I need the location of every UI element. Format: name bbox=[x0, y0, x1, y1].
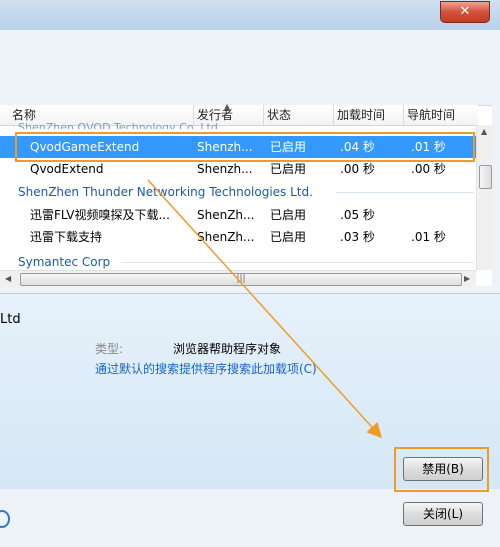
addon-nav-time: .01 秒 bbox=[411, 230, 446, 244]
horizontal-scrollbar[interactable]: ◀ ||| ▶ bbox=[0, 270, 476, 287]
addon-publisher: ShenZh... bbox=[197, 208, 255, 222]
addon-status: 已启用 bbox=[270, 208, 307, 222]
scroll-right-icon[interactable]: ▶ bbox=[464, 274, 470, 283]
type-label: 类型: bbox=[95, 342, 124, 356]
addon-name: 迅雷FLV视频嗅探及下载... bbox=[30, 208, 170, 222]
highlight-box-disable-button bbox=[394, 447, 489, 492]
vertical-scroll-thumb[interactable] bbox=[479, 165, 492, 189]
column-header-nav-time[interactable]: 导航时间 bbox=[404, 105, 478, 125]
column-header-load-time[interactable]: 加载时间 bbox=[334, 105, 404, 125]
scroll-up-icon[interactable]: ▲ bbox=[481, 127, 487, 136]
addon-publisher: ShenZh... bbox=[197, 230, 255, 244]
group-divider bbox=[122, 262, 474, 263]
addon-status: 已启用 bbox=[270, 230, 307, 244]
addon-row[interactable]: 迅雷下载支持 ShenZh... 已启用 .03 秒 .01 秒 bbox=[0, 226, 478, 248]
group-divider bbox=[336, 192, 474, 193]
addon-load-time: .05 秒 bbox=[340, 208, 375, 222]
sort-up-icon: ▲ bbox=[224, 102, 231, 111]
search-addon-link[interactable]: 通过默认的搜索提供程序搜索此加载项(C) bbox=[95, 360, 317, 377]
column-header-status[interactable]: 状态 bbox=[264, 105, 334, 125]
scroll-grip: ||| bbox=[236, 274, 246, 284]
close-button[interactable]: 关闭(L) bbox=[403, 502, 483, 526]
addon-load-time: .03 秒 bbox=[340, 230, 375, 244]
details-publisher-title: Ltd bbox=[0, 312, 21, 327]
type-value: 浏览器帮助程序对象 bbox=[173, 342, 282, 356]
window-close-button[interactable]: ✕ bbox=[440, 1, 490, 23]
title-bar: ✕ bbox=[0, 0, 500, 30]
scroll-left-icon[interactable]: ◀ bbox=[5, 274, 11, 283]
group-header-thunder: ShenZhen Thunder Networking Technologies… bbox=[18, 185, 313, 199]
highlight-box-selected-row bbox=[15, 132, 475, 162]
group-header-symantec: Symantec Corp bbox=[18, 255, 111, 269]
horizontal-scroll-thumb[interactable]: ||| bbox=[20, 273, 462, 286]
addon-row[interactable]: 迅雷FLV视频嗅探及下载... ShenZh... 已启用 .05 秒 bbox=[0, 204, 478, 226]
vertical-scrollbar[interactable]: ▲ bbox=[476, 125, 493, 270]
addon-name: 迅雷下载支持 bbox=[30, 230, 103, 244]
group-header-qvod: ShenZhen QVOD Technology Co.,Ltd bbox=[18, 121, 218, 129]
